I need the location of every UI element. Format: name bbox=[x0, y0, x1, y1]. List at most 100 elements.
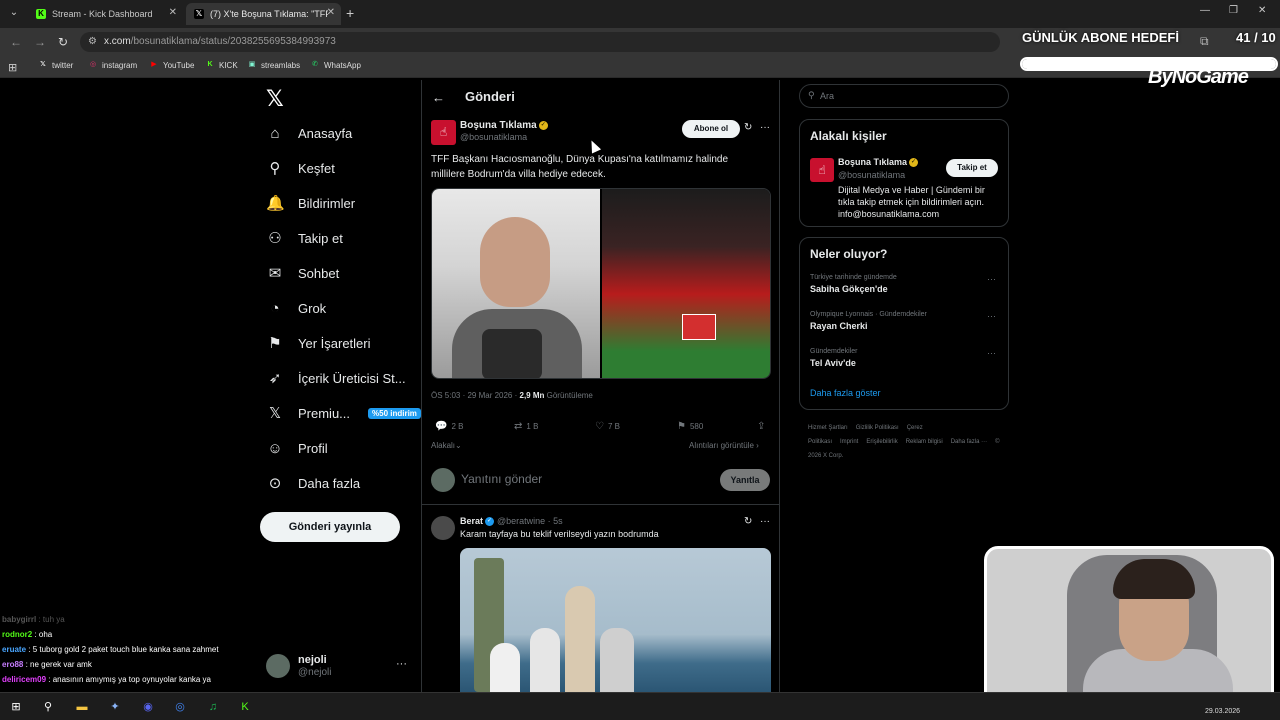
bookmark-streamlabs[interactable]: ▣ streamlabs bbox=[247, 60, 300, 70]
discord-icon[interactable]: ◉ bbox=[140, 699, 156, 715]
share-action[interactable]: ⇪ bbox=[757, 421, 765, 432]
instagram-icon: ◎ bbox=[89, 61, 97, 68]
post-actions: 💬 2 B ⇄ 1 B ♡ 7 B ⚑ 580 ⇪ bbox=[435, 421, 770, 433]
sidebar-item-profile[interactable]: ☺ Profil bbox=[266, 433, 327, 463]
footer-link[interactable]: Erişilebilirlik bbox=[866, 439, 897, 445]
bookmark-instagram[interactable]: ◎ instagram bbox=[88, 60, 137, 70]
grok-icon[interactable]: ↻ bbox=[744, 516, 752, 527]
search-input[interactable]: ⚲ Ara bbox=[799, 84, 1009, 108]
author-avatar[interactable]: ☝ bbox=[431, 120, 456, 145]
related-name[interactable]: Boşuna Tıklama ✓ bbox=[838, 157, 919, 168]
reload-icon[interactable]: ↻ bbox=[58, 35, 68, 49]
trend-context: Gündemdekiler bbox=[810, 348, 858, 355]
main-column: ← Gönderi ☝ Boşuna Tıklama ✓ @bosunatikla… bbox=[421, 80, 780, 692]
trend-item[interactable]: Gündemdekiler Tel Aviv'de ··· bbox=[810, 348, 1000, 368]
spotify-icon[interactable]: ♫ bbox=[205, 699, 221, 715]
footer-link[interactable]: Reklam bilgisi bbox=[906, 439, 943, 445]
more-icon[interactable]: ··· bbox=[987, 348, 996, 358]
more-icon[interactable]: ··· bbox=[987, 274, 996, 284]
bookmark-twitter[interactable]: 𝕏twitter bbox=[38, 60, 73, 70]
tab-title: (7) X'te Boşuna Tıklama: "TFF Ba bbox=[210, 9, 328, 19]
view-quotes-link[interactable]: Alıntıları görüntüle › bbox=[689, 441, 759, 450]
author-name[interactable]: Boşuna Tıklama ✓ bbox=[460, 120, 548, 131]
media-image-official[interactable] bbox=[432, 189, 600, 378]
account-name: nejoli bbox=[298, 654, 327, 666]
tab-x-post[interactable]: 𝕏 (7) X'te Boşuna Tıklama: "TFF Ba ✕ bbox=[186, 3, 341, 25]
reply-author-avatar[interactable] bbox=[431, 516, 455, 540]
sidebar-item-rocket[interactable]: ➶ İçerik Üreticisi St... bbox=[266, 363, 406, 393]
post-button[interactable]: Gönderi yayınla bbox=[260, 512, 400, 542]
file-explorer-icon[interactable]: ▬ bbox=[74, 699, 90, 715]
back-icon[interactable]: ← bbox=[10, 35, 22, 49]
more-icon[interactable]: ··· bbox=[760, 516, 770, 527]
url-text: x.com/bosunatiklama/status/2038255695384… bbox=[104, 36, 336, 47]
sidebar-item-home[interactable]: ⌂ Anasayfa bbox=[266, 118, 352, 148]
bookmark-youtube[interactable]: ▶ YouTube bbox=[149, 60, 194, 70]
reply-input[interactable]: Yanıtını gönder bbox=[461, 472, 542, 486]
apps-grid-icon[interactable]: ⊞ bbox=[8, 61, 17, 74]
back-arrow-icon[interactable]: ← bbox=[432, 90, 445, 105]
more-icon: ⊙ bbox=[268, 475, 282, 492]
footer-link[interactable]: Hizmet Şartları bbox=[808, 425, 848, 431]
close-window-icon[interactable]: ✕ bbox=[1258, 5, 1266, 16]
grok-icon[interactable]: ↻ bbox=[744, 122, 752, 133]
minimize-icon[interactable]: — bbox=[1200, 5, 1210, 16]
related-bio: Dijital Medya ve Haber | Gündemi bir tık… bbox=[838, 185, 985, 219]
search-icon[interactable]: ⚲ bbox=[40, 699, 56, 715]
like-action[interactable]: ♡ 7 B bbox=[595, 421, 620, 432]
sidebar-item-bell[interactable]: 🔔 Bildirimler bbox=[266, 188, 355, 218]
sidebar-item-chat[interactable]: ✉ Sohbet bbox=[266, 258, 340, 288]
windows-start-icon[interactable]: ⊞ bbox=[8, 699, 24, 715]
more-icon[interactable]: ··· bbox=[396, 658, 407, 670]
tab-kick-dashboard[interactable]: K Stream - Kick Dashboard ✕ bbox=[28, 3, 183, 25]
reply-button[interactable]: Yanıtla bbox=[720, 469, 770, 491]
footer-link[interactable]: Daha fazla ··· bbox=[951, 439, 987, 445]
tab-search-icon[interactable]: ⌄ bbox=[6, 5, 22, 21]
site-info-icon[interactable]: ⚙ bbox=[88, 36, 97, 47]
related-handle[interactable]: @bosunatiklama bbox=[838, 170, 905, 180]
trend-context: Türkiye tarihinde gündemde bbox=[810, 274, 897, 281]
forward-icon[interactable]: → bbox=[34, 35, 46, 49]
bookmark-icon: ⚑ bbox=[677, 421, 686, 432]
post-media[interactable] bbox=[431, 188, 771, 379]
chat-username: rodnor2 bbox=[2, 630, 33, 639]
bookmark-action[interactable]: ⚑ 580 bbox=[677, 421, 703, 432]
kick-icon[interactable]: K bbox=[237, 699, 253, 715]
footer-link[interactable]: Imprint bbox=[840, 439, 858, 445]
close-tab-icon[interactable]: ✕ bbox=[169, 7, 177, 18]
sort-dropdown[interactable]: Alakalı⌄ bbox=[431, 441, 462, 450]
sidebar-item-bookmark[interactable]: ⚑ Yer İşaretleri bbox=[266, 328, 370, 358]
trend-item[interactable]: Türkiye tarihinde gündemde Sabiha Gökçen'… bbox=[810, 274, 1000, 294]
sidebar-item-follow[interactable]: ⚇ Takip et bbox=[266, 223, 343, 253]
app-icon[interactable]: ✦ bbox=[107, 699, 123, 715]
show-more-link[interactable]: Daha fazla göster bbox=[810, 388, 881, 398]
reply-media[interactable] bbox=[460, 548, 771, 692]
related-avatar[interactable]: ☝ bbox=[810, 158, 834, 182]
reply-author[interactable]: Berat ✓ @beratwine · 5s bbox=[460, 516, 563, 527]
bookmark-label: KICK bbox=[219, 60, 238, 70]
sidebar-item-more[interactable]: ⊙ Daha fazla bbox=[266, 468, 360, 498]
media-image-team[interactable] bbox=[602, 189, 770, 378]
x-logo-icon[interactable]: 𝕏 bbox=[266, 86, 284, 112]
repost-action[interactable]: ⇄ 1 B bbox=[514, 421, 538, 432]
sidebar-item-grok[interactable]: ◔ Grok bbox=[266, 293, 326, 323]
sidebar-item-x-premium[interactable]: 𝕏 Premiu... %50 indirim bbox=[266, 398, 421, 428]
bookmark-whatsapp[interactable]: ✆ WhatsApp bbox=[310, 60, 361, 70]
more-icon[interactable]: ··· bbox=[760, 122, 770, 133]
follow-button[interactable]: Takip et bbox=[946, 159, 998, 177]
sidebar-item-search[interactable]: ⚲ Keşfet bbox=[266, 153, 335, 183]
new-tab-icon[interactable]: + bbox=[346, 5, 354, 21]
bookmark-kick[interactable]: K KICK bbox=[205, 60, 238, 70]
restore-icon[interactable]: ❐ bbox=[1229, 5, 1238, 16]
reply-action[interactable]: 💬 2 B bbox=[435, 421, 463, 432]
bookmark-label: streamlabs bbox=[261, 60, 301, 70]
author-handle[interactable]: @bosunatiklama bbox=[460, 132, 527, 142]
subscribe-button[interactable]: Abone ol bbox=[682, 120, 740, 138]
address-bar[interactable]: ⚙ x.com/bosunatiklama/status/20382556953… bbox=[80, 32, 1000, 52]
more-icon[interactable]: ··· bbox=[987, 311, 996, 321]
close-tab-icon[interactable]: ✕ bbox=[327, 7, 335, 18]
trend-item[interactable]: Olympique Lyonnais · Gündemdekiler Rayan … bbox=[810, 311, 1000, 331]
footer-link[interactable]: Gizlilik Politikası bbox=[856, 425, 899, 431]
extensions-icon[interactable]: ⧉ bbox=[1200, 34, 1209, 49]
chrome-icon[interactable]: ◎ bbox=[172, 699, 188, 715]
